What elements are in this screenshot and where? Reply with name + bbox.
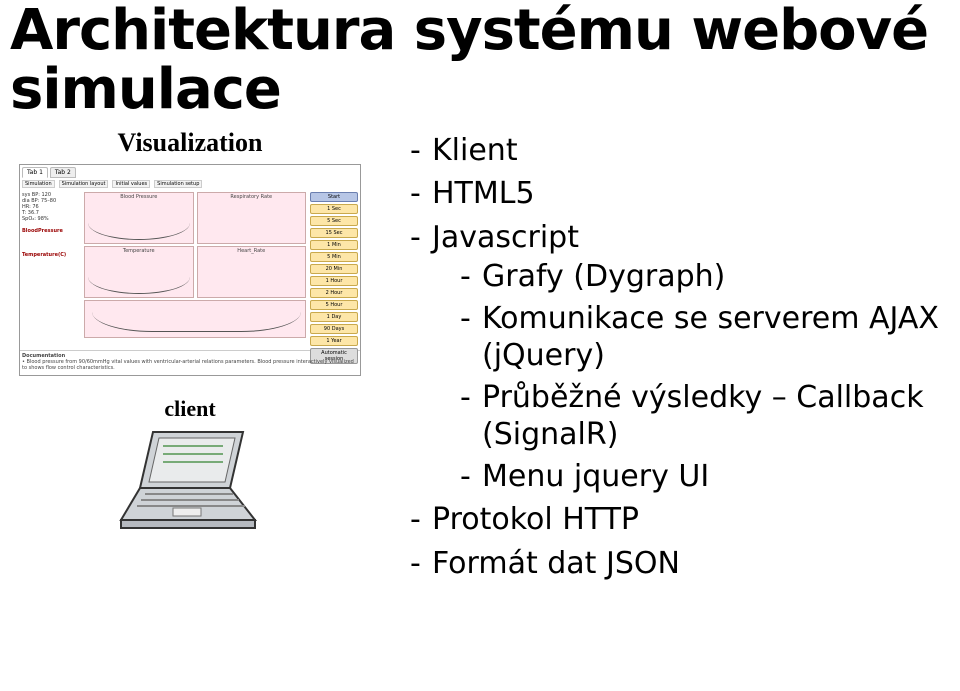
list-item: HTML5 (410, 175, 950, 213)
dash-btn: 1 Hour (310, 276, 358, 286)
dash-btn: 15 Sec (310, 228, 358, 238)
info-bp-label: BloodPressure (22, 228, 63, 234)
left-column: Visualization Tab 1 Tab 2 Simulation Sim… (10, 128, 370, 589)
bullet-javascript: Javascript (432, 220, 579, 255)
dashboard-screenshot: Tab 1 Tab 2 Simulation Simulation layout… (19, 164, 361, 376)
chart-respiratory-rate: Respiratory Rate (197, 192, 307, 244)
bullet-sublist: Grafy (Dygraph) Komunikace se serverem A… (432, 258, 950, 495)
dashboard-footer: Documentation • Blood pressure from 90/6… (20, 350, 360, 373)
chart-bloodpressure: Blood Pressure (84, 192, 194, 244)
bullet-grafy: Grafy (Dygraph) (482, 259, 725, 294)
right-column: Klient HTML5 Javascript Grafy (Dygraph) … (370, 128, 950, 589)
bullet-menu: Menu jquery UI (482, 459, 709, 494)
dash-btn: 5 Min (310, 252, 358, 262)
list-item: Menu jquery UI (460, 458, 950, 496)
chart-row (84, 300, 306, 336)
list-item: Klient (410, 132, 950, 170)
dash-btn: 1 Day (310, 312, 358, 322)
client-label: client (164, 396, 215, 422)
slide-page: Architektura systému webové simulace Vis… (0, 0, 960, 691)
dashboard-menu-item: Simulation setup (154, 180, 202, 188)
chart-row: Temperature Heart_Rate (84, 246, 306, 298)
chart-extra (84, 300, 306, 338)
dash-btn: 1 Year (310, 336, 358, 346)
bullet-list: Klient HTML5 Javascript Grafy (Dygraph) … (410, 132, 950, 583)
dashboard-tab: Tab 2 (50, 167, 76, 178)
dashboard-info: sys BP: 120 dia BP: 75–80 HR: 76 T: 36.7… (20, 190, 82, 350)
chart-curve (201, 271, 303, 298)
list-item: Grafy (Dygraph) (460, 258, 950, 296)
content-row: Visualization Tab 1 Tab 2 Simulation Sim… (10, 128, 950, 589)
list-item: Protokol HTTP (410, 501, 950, 539)
bullet-html5: HTML5 (432, 176, 535, 211)
laptop-icon (115, 428, 265, 538)
dashboard-menu: Simulation Simulation layout Initial val… (20, 180, 360, 190)
chart-curve (88, 201, 190, 240)
dash-btn: 5 Hour (310, 300, 358, 310)
list-item: Komunikace se serverem AJAX (jQuery) (460, 300, 950, 375)
page-title: Architektura systému webové simulace (10, 0, 950, 120)
info-line: SpO₂: 98% (22, 216, 80, 222)
list-item: Formát dat JSON (410, 545, 950, 583)
chart-row: Blood Pressure Respiratory Rate (84, 192, 306, 244)
list-item: Javascript Grafy (Dygraph) Komunikace se… (410, 219, 950, 496)
visualization-label: Visualization (118, 128, 263, 158)
chart-temperature: Temperature (84, 246, 194, 298)
dashboard-charts: Blood Pressure Respiratory Rate Temperat… (82, 190, 308, 350)
dash-btn: 5 Sec (310, 216, 358, 226)
bullet-protokol: Protokol HTTP (432, 502, 639, 537)
dash-btn: 2 Hour (310, 288, 358, 298)
chart-curve (92, 303, 301, 332)
dash-btn: 1 Sec (310, 204, 358, 214)
dash-btn: 90 Days (310, 324, 358, 334)
bullet-prubezne: Průběžné výsledky – Callback (SignalR) (482, 380, 924, 453)
dashboard-menu-item: Simulation (22, 180, 55, 188)
chart-title: Temperature (123, 248, 155, 254)
list-item: Průběžné výsledky – Callback (SignalR) (460, 379, 950, 454)
bullet-komunikace: Komunikace se serverem AJAX (jQuery) (482, 301, 939, 374)
chart-heart-rate: Heart_Rate (197, 246, 307, 298)
dashboard-menu-item: Initial values (112, 180, 150, 188)
chart-title: Respiratory Rate (230, 194, 272, 200)
dash-btn-start: Start (310, 192, 358, 202)
chart-curve (201, 217, 303, 244)
dash-btn: 1 Min (310, 240, 358, 250)
dashboard-body: sys BP: 120 dia BP: 75–80 HR: 76 T: 36.7… (20, 190, 360, 350)
bullet-format: Formát dat JSON (432, 546, 680, 581)
dashboard-tabs: Tab 1 Tab 2 (20, 165, 360, 180)
chart-curve (88, 255, 190, 294)
dashboard-buttons: Start 1 Sec 5 Sec 15 Sec 1 Min 5 Min 20 … (308, 190, 360, 350)
chart-title: Heart_Rate (237, 248, 265, 254)
dashboard-footer-text: • Blood pressure from 90/60mmHg vital va… (22, 359, 354, 371)
chart-title: Blood Pressure (120, 194, 157, 200)
dashboard-menu-item: Simulation layout (59, 180, 109, 188)
dash-btn: 20 Min (310, 264, 358, 274)
info-temp-label: Temperature(C) (22, 252, 66, 258)
dashboard-tab: Tab 1 (22, 167, 48, 178)
bullet-klient: Klient (432, 133, 518, 168)
